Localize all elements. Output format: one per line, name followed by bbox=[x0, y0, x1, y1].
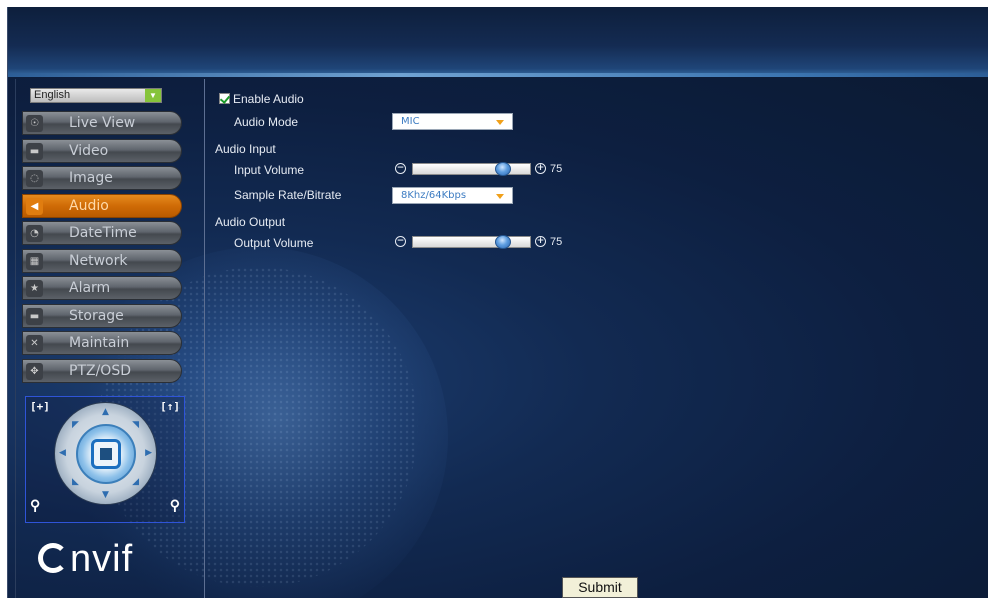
language-select-value: English bbox=[34, 89, 71, 101]
onvif-logo-text: nvif bbox=[70, 538, 134, 580]
sidebar-item-label: DateTime bbox=[69, 225, 137, 241]
sidebar-item-label: Video bbox=[69, 142, 109, 159]
sidebar-item-storage[interactable]: ▬ Storage bbox=[22, 303, 182, 328]
clock-icon: ◔ bbox=[26, 225, 43, 242]
audio-mode-value: MIC bbox=[401, 116, 420, 127]
sample-rate-value: 8Khz/64Kbps bbox=[401, 190, 467, 201]
focus-button[interactable]: [↑] bbox=[160, 400, 180, 413]
ptz-center-ring bbox=[76, 424, 136, 484]
zoom-out-icon[interactable]: ⚲ bbox=[30, 498, 40, 514]
output-volume-increase-icon[interactable]: + bbox=[535, 236, 546, 247]
chevron-down-icon bbox=[496, 120, 504, 125]
sidebar-item-datetime[interactable]: ◔ DateTime bbox=[22, 221, 182, 245]
ptz-direction-ring[interactable]: ▲ ▼ ◀ ▶ ◤ ◥ ◣ ◢ bbox=[54, 402, 157, 505]
audio-output-heading: Audio Output bbox=[215, 215, 286, 229]
ptz-down-arrow-icon[interactable]: ▼ bbox=[102, 490, 109, 500]
input-volume-thumb[interactable] bbox=[495, 162, 511, 176]
image-icon: ◌ bbox=[26, 170, 43, 187]
star-icon: ★ bbox=[26, 280, 43, 297]
audio-mode-select[interactable]: MIC bbox=[392, 113, 513, 130]
sidebar-item-video[interactable]: ▬ Video bbox=[22, 138, 182, 163]
sidebar-item-label: Image bbox=[69, 170, 113, 186]
chat-bubble-icon: ☉ bbox=[26, 115, 43, 132]
onvif-logo: nvif bbox=[38, 538, 133, 581]
sidebar-item-live-view[interactable]: ☉ Live View bbox=[22, 111, 182, 135]
ptz-up-left-arrow-icon[interactable]: ◤ bbox=[72, 420, 79, 430]
ptz-up-right-arrow-icon[interactable]: ◥ bbox=[132, 420, 139, 430]
chevron-down-icon[interactable]: ▼ bbox=[145, 89, 161, 102]
move-icon: ✥ bbox=[26, 362, 43, 380]
language-select[interactable]: English ▼ bbox=[30, 88, 162, 103]
input-volume-value: 75 bbox=[550, 163, 563, 175]
sidebar-item-alarm[interactable]: ★ Alarm bbox=[22, 276, 182, 300]
enable-audio-label: Enable Audio bbox=[233, 92, 304, 106]
input-volume-slider[interactable] bbox=[412, 162, 531, 176]
ptz-stop-button[interactable] bbox=[91, 439, 121, 469]
output-volume-decrease-icon[interactable]: − bbox=[395, 236, 406, 247]
sidebar-item-ptz-osd[interactable]: ✥ PTZ/OSD bbox=[22, 358, 182, 383]
submit-button[interactable]: Submit bbox=[562, 577, 638, 598]
sidebar-item-label: Storage bbox=[69, 307, 124, 324]
input-volume-decrease-icon[interactable]: − bbox=[395, 163, 406, 174]
sidebar-item-image[interactable]: ◌ Image bbox=[22, 166, 182, 190]
ptz-down-right-arrow-icon[interactable]: ◢ bbox=[132, 477, 139, 487]
onvif-logo-mark bbox=[38, 543, 68, 573]
sample-rate-label: Sample Rate/Bitrate bbox=[234, 188, 342, 202]
ptz-control-panel: [+] [↑] ▲ ▼ ◀ ▶ ◤ ◥ ◣ ◢ ⚲ ⚲ bbox=[25, 396, 185, 523]
input-volume-label: Input Volume bbox=[234, 163, 305, 177]
iris-button[interactable]: [+] bbox=[30, 400, 50, 413]
output-volume-thumb[interactable] bbox=[495, 235, 511, 249]
input-volume-increase-icon[interactable]: + bbox=[535, 163, 546, 174]
camera-icon: ▬ bbox=[26, 142, 43, 160]
tools-icon: ✕ bbox=[26, 335, 43, 352]
sidebar-item-label: Maintain bbox=[69, 335, 130, 351]
sidebar-item-label: PTZ/OSD bbox=[69, 362, 131, 379]
ptz-right-arrow-icon[interactable]: ▶ bbox=[145, 448, 152, 458]
sidebar-item-label: Live View bbox=[69, 115, 136, 131]
enable-audio-checkbox[interactable] bbox=[219, 93, 230, 104]
audio-input-heading: Audio Input bbox=[215, 142, 276, 156]
chevron-down-icon bbox=[496, 194, 504, 199]
ptz-down-left-arrow-icon[interactable]: ◣ bbox=[72, 477, 79, 487]
audio-mode-label: Audio Mode bbox=[234, 115, 299, 129]
ptz-left-arrow-icon[interactable]: ◀ bbox=[59, 448, 66, 458]
output-volume-value: 75 bbox=[550, 236, 563, 248]
sidebar-item-label: Network bbox=[69, 252, 128, 269]
network-icon: ▦ bbox=[26, 252, 43, 270]
sidebar-item-network[interactable]: ▦ Network bbox=[22, 248, 182, 273]
output-volume-label: Output Volume bbox=[234, 236, 314, 250]
speaker-icon: ◀ bbox=[26, 197, 43, 215]
storage-icon: ▬ bbox=[26, 307, 43, 325]
output-volume-slider[interactable] bbox=[412, 235, 531, 249]
top-banner bbox=[8, 7, 988, 77]
sample-rate-select[interactable]: 8Khz/64Kbps bbox=[392, 187, 513, 204]
sidebar-item-label: Audio bbox=[69, 197, 109, 214]
sidebar-item-maintain[interactable]: ✕ Maintain bbox=[22, 331, 182, 355]
zoom-in-icon[interactable]: ⚲ bbox=[170, 498, 180, 514]
ptz-up-arrow-icon[interactable]: ▲ bbox=[102, 407, 109, 417]
sidebar-item-audio[interactable]: ◀ Audio bbox=[22, 193, 182, 218]
sidebar-item-label: Alarm bbox=[69, 280, 111, 296]
